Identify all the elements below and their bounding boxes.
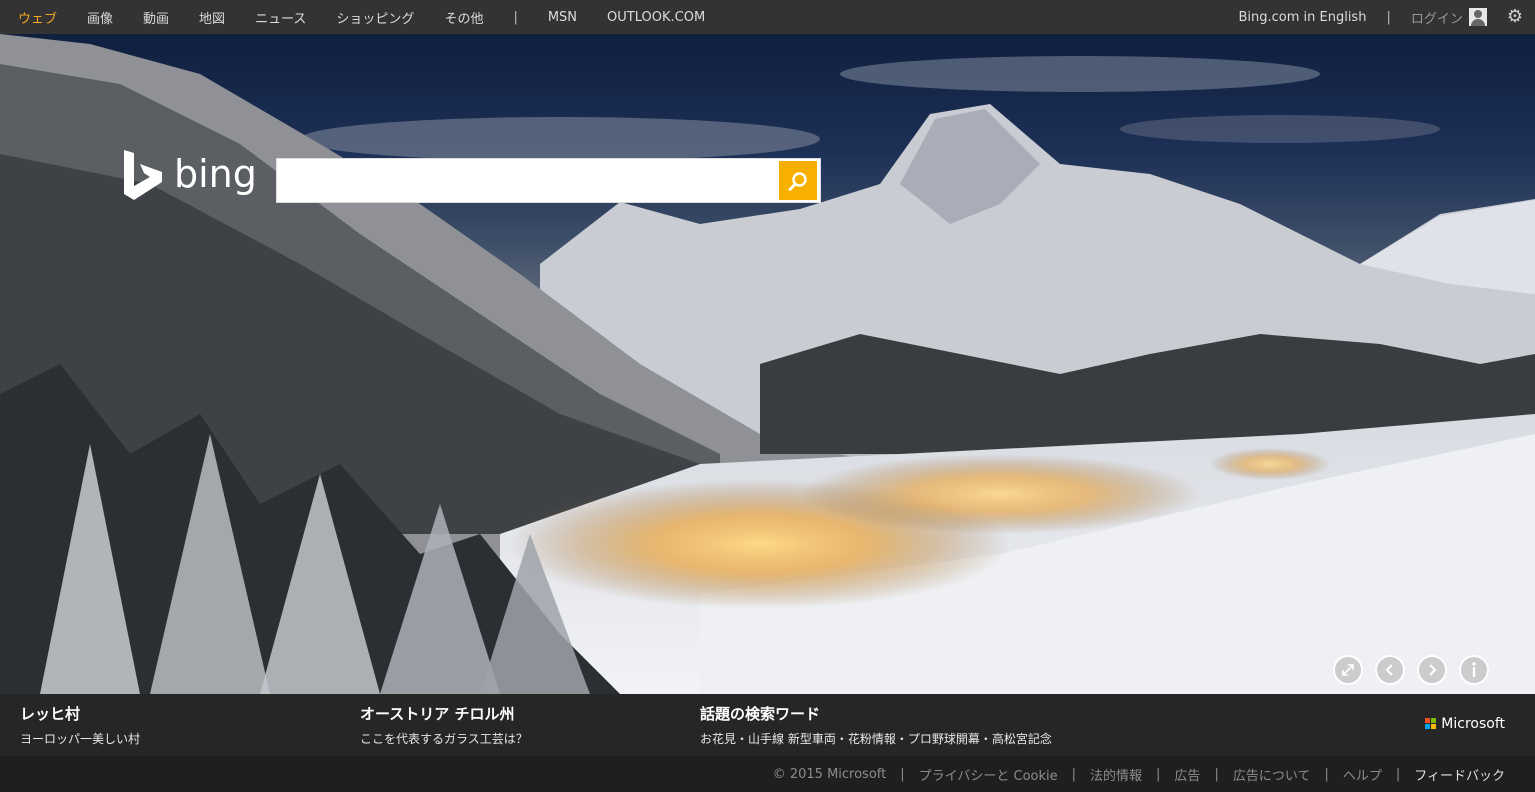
next-icon bbox=[1429, 664, 1437, 676]
previous-icon bbox=[1385, 664, 1393, 676]
mountain-landscape bbox=[0, 34, 1535, 694]
nav-news[interactable]: ニュース bbox=[255, 8, 306, 27]
info-subtitle: お花見・山手線 新型車両・花粉情報・プロ野球開幕・高松宮記念 bbox=[700, 732, 1052, 746]
info-title: レッヒ村 bbox=[20, 705, 81, 723]
copyright: © 2015 Microsoft bbox=[772, 766, 887, 782]
info-title: オーストリア チロル州 bbox=[360, 705, 515, 723]
footer-link-privacy[interactable]: プライバシーと Cookie bbox=[919, 765, 1058, 784]
info-item-region[interactable]: オーストリア チロル州 ここを代表するガラス工芸は？ bbox=[360, 703, 528, 747]
nav-shopping[interactable]: ショッピング bbox=[336, 8, 414, 27]
info-icon bbox=[1472, 662, 1476, 677]
microsoft-brand[interactable]: Microsoft bbox=[1425, 716, 1505, 732]
nav-separator: | bbox=[513, 9, 518, 25]
info-item-village[interactable]: レッヒ村 ヨーロッパ一美しい村 bbox=[20, 703, 140, 747]
background-image bbox=[0, 34, 1535, 694]
bing-logo[interactable]: bing bbox=[122, 150, 257, 202]
top-navigation-bar: ウェブ 画像 動画 地図 ニュース ショッピング その他 | MSN OUTLO… bbox=[0, 0, 1535, 34]
user-icon[interactable] bbox=[1468, 8, 1487, 26]
search-button[interactable] bbox=[779, 161, 817, 200]
footer-link-help[interactable]: ヘルプ bbox=[1343, 765, 1382, 784]
footer: © 2015 Microsoft | プライバシーと Cookie | 法的情報… bbox=[0, 756, 1535, 792]
footer-link-about-ads[interactable]: 広告について bbox=[1233, 765, 1311, 784]
login-link[interactable]: ログイン bbox=[1411, 8, 1463, 27]
bing-logo-icon bbox=[124, 150, 162, 200]
nav-outlook[interactable]: OUTLOOK.COM bbox=[607, 10, 705, 25]
nav-images[interactable]: 画像 bbox=[87, 8, 113, 27]
nav-videos[interactable]: 動画 bbox=[143, 8, 169, 27]
image-controls bbox=[1333, 655, 1501, 685]
microsoft-logo-icon bbox=[1425, 718, 1437, 730]
fullscreen-button[interactable] bbox=[1333, 655, 1363, 685]
nav-msn[interactable]: MSN bbox=[548, 10, 577, 25]
fullscreen-icon bbox=[1342, 664, 1354, 676]
footer-separator: | bbox=[1156, 766, 1161, 782]
footer-link-legal[interactable]: 法的情報 bbox=[1090, 765, 1142, 784]
info-item-trending[interactable]: 話題の検索ワード お花見・山手線 新型車両・花粉情報・プロ野球開幕・高松宮記念 bbox=[700, 703, 1052, 747]
info-subtitle: ここを代表するガラス工芸は？ bbox=[360, 732, 528, 746]
footer-link-ads[interactable]: 広告 bbox=[1174, 765, 1200, 784]
footer-separator: | bbox=[1395, 766, 1401, 782]
account-separator: | bbox=[1386, 9, 1391, 25]
info-title: 話題の検索ワード bbox=[700, 705, 821, 723]
english-link[interactable]: Bing.com in English bbox=[1238, 10, 1366, 25]
previous-image-button[interactable] bbox=[1375, 655, 1405, 685]
microsoft-label: Microsoft bbox=[1441, 716, 1505, 732]
footer-separator: | bbox=[1324, 766, 1329, 782]
info-subtitle: ヨーロッパ一美しい村 bbox=[20, 732, 141, 746]
footer-separator: | bbox=[1071, 766, 1077, 782]
next-image-button[interactable] bbox=[1417, 655, 1447, 685]
nav-web[interactable]: ウェブ bbox=[18, 8, 57, 27]
info-strip: レッヒ村 ヨーロッパ一美しい村 オーストリア チロル州 ここを代表するガラス工芸… bbox=[0, 694, 1535, 756]
nav-links: ウェブ 画像 動画 地図 ニュース ショッピング その他 | MSN OUTLO… bbox=[0, 8, 735, 27]
footer-link-feedback[interactable]: フィードバック bbox=[1414, 765, 1505, 784]
info-button[interactable] bbox=[1459, 655, 1489, 685]
bing-wordmark: bing bbox=[174, 152, 257, 196]
search-input[interactable] bbox=[277, 159, 777, 202]
footer-separator: | bbox=[1214, 766, 1219, 782]
search-box bbox=[276, 158, 821, 203]
account-area: Bing.com in English | ログイン ⚙ bbox=[1238, 8, 1535, 27]
nav-maps[interactable]: 地図 bbox=[199, 8, 225, 27]
gear-icon[interactable]: ⚙ bbox=[1507, 8, 1523, 26]
search-icon bbox=[788, 171, 807, 191]
nav-more[interactable]: その他 bbox=[444, 8, 483, 27]
footer-separator: | bbox=[900, 766, 905, 782]
